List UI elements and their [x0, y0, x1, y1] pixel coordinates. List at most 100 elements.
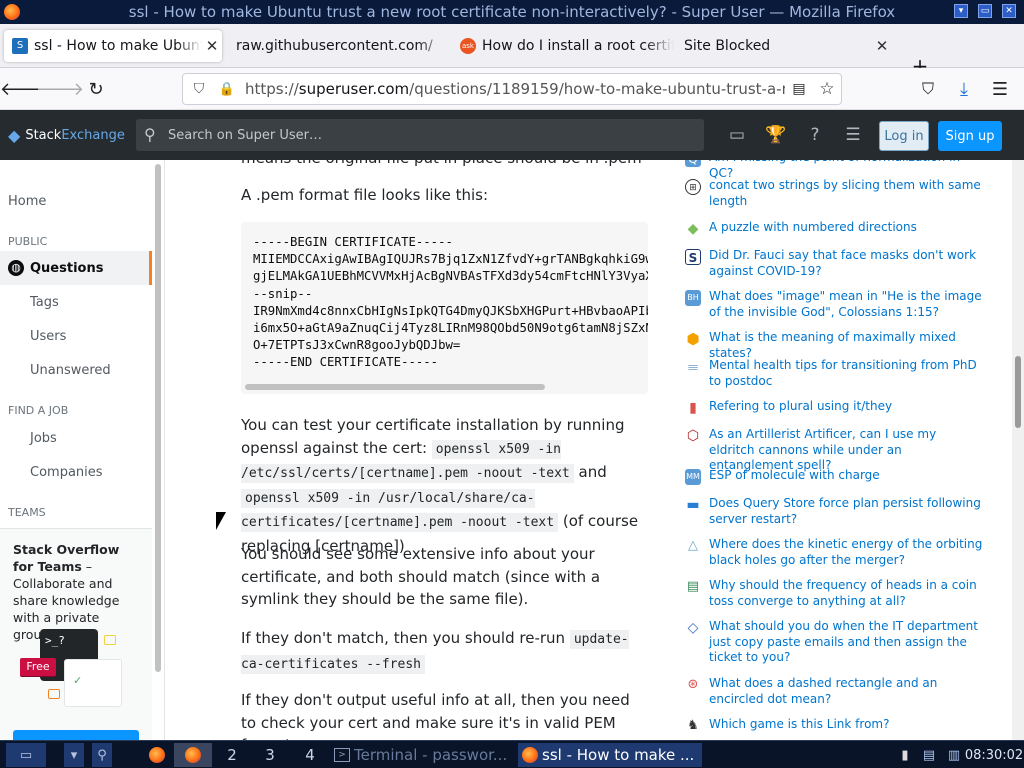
site-search-input[interactable]: ⚲ Search on Super User… [136, 119, 704, 151]
help-icon[interactable]: ? [804, 124, 826, 146]
inline-code: openssl x509 -in /usr/local/share/ca-cer… [241, 488, 559, 532]
free-badge: Free [20, 658, 56, 676]
hot-question-item[interactable]: △ Where does the kinetic energy of the or… [685, 537, 985, 568]
hot-question-link[interactable]: Does Query Store force plan persist foll… [709, 496, 985, 527]
hot-question-link[interactable]: A puzzle with numbered directions [709, 220, 917, 237]
lock-icon[interactable]: 🔒 [215, 82, 239, 97]
nav-home[interactable]: Home [8, 194, 46, 209]
inbox-icon[interactable]: ▭ [726, 124, 748, 146]
menu-icon[interactable]: ☰ [988, 77, 1012, 101]
hot-question-link[interactable]: Where does the kinetic energy of the orb… [709, 537, 985, 568]
hot-question-item[interactable]: ◇ What should you do when the IT departme… [685, 619, 985, 666]
superuser-icon: S [12, 38, 28, 54]
hot-question-link[interactable]: concat two strings by slicing them with … [709, 178, 985, 209]
bookmark-star-icon[interactable]: ☆ [813, 79, 841, 99]
workspace-2[interactable]: 2 [214, 743, 250, 767]
teams-cta-button[interactable] [13, 730, 139, 740]
workspace-3[interactable]: 3 [252, 743, 288, 767]
reader-view-icon[interactable]: ▤ [785, 81, 813, 97]
hot-question-item[interactable]: MM ESP of molecule with charge [685, 468, 985, 485]
hot-question-item[interactable]: ▬ Does Query Store force plan persist fol… [685, 496, 985, 527]
tab-site-blocked[interactable]: Site Blocked ✕ [676, 30, 898, 62]
site-icon: Q [685, 160, 701, 167]
workplace-icon: ◇ [687, 620, 699, 636]
terminal-icon: > [334, 748, 350, 762]
window-list-icon[interactable]: ▾ [64, 743, 84, 767]
app-menu-icon[interactable]: ▭ [6, 743, 46, 767]
page-scrollbar-thumb[interactable] [1015, 356, 1021, 428]
signup-button[interactable]: Sign up [938, 121, 1002, 151]
stackexchange-logo[interactable]: ◆ Stack Exchange [8, 126, 125, 145]
sidebar-scrollbar[interactable] [155, 164, 161, 672]
hot-question-item[interactable]: ⊛ What does a dashed rectangle and an enc… [685, 676, 985, 707]
hot-question-link[interactable]: Did Dr. Fauci say that face masks don't … [709, 248, 985, 279]
hot-question-item[interactable]: ▤ Why should the frequency of heads in a … [685, 578, 985, 609]
answer-body: means the original file put in place sho… [165, 160, 675, 740]
hot-question-item[interactable]: ⊞ concat two strings by slicing them with… [685, 178, 985, 209]
login-button[interactable]: Log in [879, 121, 929, 151]
workspace-4[interactable]: 4 [292, 743, 328, 767]
hot-question-link[interactable]: What does "image" mean in "He is the ima… [709, 289, 985, 320]
nav-companies[interactable]: Companies [30, 465, 103, 480]
hot-question-item[interactable]: ◆ A puzzle with numbered directions [685, 220, 985, 237]
reload-button[interactable]: ↻ [84, 77, 108, 101]
hot-question-item[interactable]: S Did Dr. Fauci say that face masks don't… [685, 248, 985, 279]
minimize-button[interactable]: ▾ [954, 4, 968, 18]
nav-tags[interactable]: Tags [30, 295, 59, 310]
forward-button[interactable]: 🡒 [36, 77, 84, 101]
close-tab-icon[interactable]: ✕ [872, 37, 892, 55]
code-line: O+7ETPTsJ3xCwnR8gooJybQDJbw= [253, 338, 461, 353]
code-golf-icon: ⊞ [685, 179, 701, 195]
back-button[interactable]: 🡐 [0, 77, 48, 101]
close-tab-icon[interactable]: ✕ [202, 37, 222, 55]
achievements-icon[interactable]: 🏆 [765, 124, 787, 146]
hot-question-link[interactable]: Why should the frequency of heads in a c… [709, 578, 985, 609]
tab-superuser[interactable]: S ssl - How to make Ubuntu trust a new r… [4, 30, 222, 62]
search-launcher-icon[interactable]: ⚲ [92, 743, 112, 767]
nav-users[interactable]: Users [30, 329, 66, 344]
hot-question-link[interactable]: Mental health tips for transitioning fro… [709, 358, 985, 389]
url-bar[interactable]: ⛉ 🔒 https://superuser.com/questions/1189… [182, 73, 842, 105]
hot-network-questions: QAm I missing the point of normalization… [675, 160, 1010, 740]
hot-question-item[interactable]: BH What does "image" mean in "He is the i… [685, 289, 985, 320]
hot-question-link[interactable]: What is the meaning of maximally mixed s… [709, 330, 985, 361]
hot-question-item[interactable]: ♞ Which game is this Link from? [685, 717, 985, 734]
volume-icon[interactable]: ▥ [944, 743, 964, 767]
nav-jobs[interactable]: Jobs [30, 431, 57, 446]
hot-question-link[interactable]: Refering to plural using it/they [709, 399, 892, 416]
nav-questions[interactable]: ◍ Questions [8, 260, 103, 276]
tab-raw-github[interactable]: raw.githubusercontent.com/ [228, 30, 450, 62]
close-window-button[interactable]: ✕ [1002, 4, 1016, 18]
site-header: ◆ Stack Exchange ⚲ Search on Super User… … [0, 110, 1024, 160]
firefox-launcher-icon[interactable] [146, 743, 168, 767]
clock: 08:30:02 [964, 747, 1024, 763]
hot-question-link[interactable]: What does a dashed rectangle and an enci… [709, 676, 985, 707]
downloads-icon[interactable]: ⤓ [952, 77, 976, 101]
hot-question-item[interactable]: ⬢ What is the meaning of maximally mixed … [685, 330, 985, 361]
tab-askubuntu[interactable]: ask How do I install a root certificate [452, 30, 674, 62]
hot-question-item[interactable]: ▮ Refering to plural using it/they [685, 399, 985, 416]
academia-icon: 𝍢 [687, 359, 699, 374]
chat-bubble-icon [104, 635, 116, 645]
hot-question-link[interactable]: As an Artillerist Artificer, can I use m… [709, 427, 985, 474]
hermeneutics-icon: BH [685, 290, 701, 306]
hot-question-item[interactable]: ⬡ As an Artillerist Artificer, can I use … [685, 427, 985, 474]
pocket-icon[interactable]: ⛉ [916, 77, 940, 101]
task-terminal[interactable]: > Terminal - passwor... [334, 743, 512, 767]
code-horizontal-scrollbar[interactable] [245, 384, 545, 390]
nav-unanswered[interactable]: Unanswered [30, 363, 111, 378]
site-switcher-icon[interactable]: ☰ [842, 124, 864, 146]
network-icon[interactable]: ▤ [918, 743, 940, 767]
hot-question-link[interactable]: Which game is this Link from? [709, 717, 889, 734]
maximize-button[interactable]: ▭ [978, 4, 992, 18]
workspace-1[interactable] [174, 743, 212, 767]
hot-question-link[interactable]: ESP of molecule with charge [709, 468, 880, 485]
firefox-icon [4, 4, 20, 20]
hot-question-link[interactable]: What should you do when the IT departmen… [709, 619, 985, 666]
page-scrollbar[interactable] [1012, 160, 1024, 740]
rerun-paragraph: If they don't match, then you should re-… [241, 629, 629, 674]
task-firefox[interactable]: ssl - How to make ... [518, 743, 702, 767]
hot-question-item[interactable]: 𝍢 Mental health tips for transitioning fr… [685, 358, 985, 389]
tray-icon[interactable]: ▮ [898, 743, 912, 767]
tracking-shield-icon[interactable]: ⛉ [183, 81, 215, 97]
